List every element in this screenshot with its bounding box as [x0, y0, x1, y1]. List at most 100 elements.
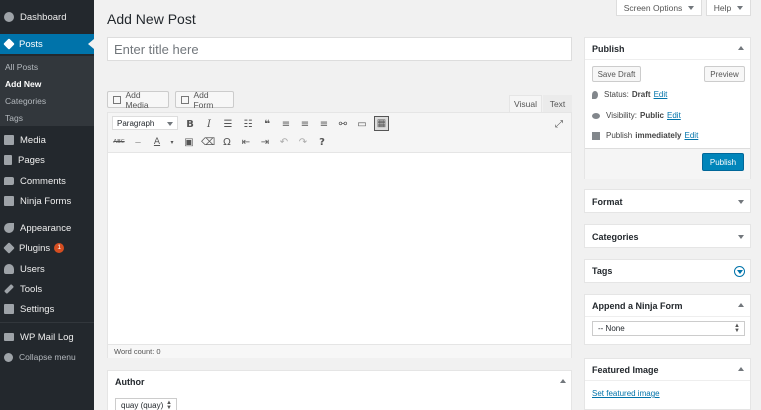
visibility-value: Public	[639, 111, 664, 120]
menu-media[interactable]: Media	[0, 130, 94, 150]
divider	[585, 316, 750, 317]
link-icon[interactable]: ⚯	[336, 117, 350, 131]
chevron-up-icon[interactable]	[560, 379, 566, 383]
undo-icon[interactable]: ↶	[277, 135, 291, 149]
bullet-list-icon[interactable]: ☰	[221, 117, 235, 131]
chevron-down-icon	[737, 5, 744, 10]
submenu-all-posts[interactable]: All Posts	[5, 62, 38, 72]
edit-publish-time-link[interactable]: Edit	[685, 131, 699, 140]
chevron-down-icon[interactable]: ▾	[165, 135, 179, 149]
align-right-icon[interactable]: ≡	[317, 117, 331, 131]
add-form-button[interactable]: Add Form	[175, 90, 234, 110]
menu-label: Users	[20, 263, 45, 275]
menu-pages[interactable]: Pages	[0, 150, 94, 170]
tags-box[interactable]: Tags	[584, 259, 751, 283]
horizontal-line-icon[interactable]: —	[131, 135, 145, 149]
menu-label: Tools	[20, 283, 43, 295]
add-media-button[interactable]: Add Media	[107, 90, 169, 110]
status-value: Draft	[631, 90, 651, 99]
edit-visibility-link[interactable]: Edit	[667, 111, 681, 120]
set-featured-image-link[interactable]: Set featured image	[592, 389, 660, 398]
submenu-categories[interactable]: Categories	[5, 96, 46, 106]
screen-options-button[interactable]: Screen Options	[616, 0, 702, 16]
update-count-badge: 1	[54, 243, 65, 253]
numbered-list-icon[interactable]: ☷	[241, 117, 255, 131]
menu-dashboard[interactable]: Dashboard	[0, 7, 94, 27]
blockquote-icon[interactable]: ❝	[260, 117, 274, 131]
read-more-icon[interactable]: ▭	[355, 117, 369, 131]
menu-label: Appearance	[20, 222, 72, 234]
admin-sidebar: Dashboard Posts All Posts Add New Catego…	[0, 0, 94, 410]
categories-box[interactable]: Categories	[584, 224, 751, 248]
chevron-down-icon[interactable]	[734, 266, 745, 277]
menu-tools[interactable]: Tools	[0, 279, 94, 299]
edit-status-link[interactable]: Edit	[654, 90, 668, 99]
redo-icon[interactable]: ↷	[296, 135, 310, 149]
help-button[interactable]: Help	[706, 0, 751, 16]
divider	[585, 380, 750, 381]
menu-plugins[interactable]: Plugins 1	[0, 238, 94, 258]
outdent-icon[interactable]: ⇤	[239, 135, 253, 149]
italic-icon[interactable]: I	[202, 117, 216, 131]
menu-users[interactable]: Users	[0, 259, 94, 279]
publish-box: Publish Save Draft Preview Status: Draft…	[584, 37, 751, 179]
menu-label: Settings	[20, 303, 55, 315]
chevron-up-icon[interactable]	[738, 367, 744, 371]
clear-formatting-icon[interactable]: ⌫	[201, 135, 215, 149]
ninja-form-box: Append a Ninja Form -- None ▲ ▼	[584, 294, 751, 345]
format-select-value: Paragraph	[117, 118, 155, 128]
chevron-up-icon[interactable]	[738, 303, 744, 307]
submenu-add-new[interactable]: Add New	[5, 79, 41, 89]
collapse-icon	[4, 352, 13, 362]
format-select[interactable]: Paragraph	[112, 116, 178, 130]
align-left-icon[interactable]: ≡	[279, 117, 293, 131]
editor-content-area[interactable]	[108, 154, 571, 334]
menu-appearance[interactable]: Appearance	[0, 218, 94, 238]
categories-box-title: Categories	[592, 232, 639, 242]
word-count: Word count: 0	[114, 347, 161, 356]
author-box-title: Author	[115, 377, 145, 387]
menu-label: Comments	[20, 175, 66, 187]
menu-comments[interactable]: Comments	[0, 171, 94, 191]
chevron-down-icon[interactable]	[738, 235, 744, 239]
menu-label: Plugins	[19, 242, 51, 254]
format-box[interactable]: Format	[584, 189, 751, 213]
publish-box-title: Publish	[592, 44, 625, 54]
strikethrough-icon[interactable]: ABC	[112, 135, 126, 149]
tab-visual[interactable]: Visual	[509, 95, 542, 112]
author-select[interactable]: quay (quay) ▲ ▼	[115, 398, 177, 410]
collapse-menu-button[interactable]: Collapse menu	[0, 347, 94, 367]
chevron-down-icon[interactable]	[738, 200, 744, 204]
post-title-input[interactable]	[107, 37, 572, 61]
menu-separator	[0, 322, 94, 323]
menu-ninja-forms[interactable]: Ninja Forms	[0, 191, 94, 211]
users-icon	[4, 264, 14, 274]
paste-text-icon[interactable]: ▣	[182, 135, 196, 149]
align-center-icon[interactable]: ≡	[298, 117, 312, 131]
fullscreen-icon[interactable]: ⤢	[552, 117, 566, 131]
status-label: Status:	[604, 90, 629, 99]
visibility-row: Visibility: Public Edit	[592, 111, 681, 120]
menu-wp-mail-log[interactable]: WP Mail Log	[0, 327, 94, 347]
publish-time-row: Publish immediately Edit	[592, 131, 698, 140]
ninja-form-select-value: -- None	[598, 324, 625, 333]
submenu-tags[interactable]: Tags	[5, 113, 23, 123]
chevron-up-icon[interactable]	[738, 46, 744, 50]
toolbar-toggle-icon[interactable]: ▦	[374, 116, 389, 131]
save-draft-button[interactable]: Save Draft	[592, 66, 641, 82]
help-icon[interactable]: ?	[315, 135, 329, 149]
menu-posts[interactable]: Posts	[0, 34, 94, 54]
bold-icon[interactable]: B	[183, 117, 197, 131]
pages-icon	[4, 155, 12, 165]
text-color-icon[interactable]: A	[150, 135, 164, 149]
media-icon	[113, 95, 122, 104]
menu-settings[interactable]: Settings	[0, 299, 94, 319]
tab-text[interactable]: Text	[543, 95, 572, 112]
ninja-form-select[interactable]: -- None ▲ ▼	[592, 321, 745, 336]
preview-button[interactable]: Preview	[704, 66, 745, 82]
publish-button[interactable]: Publish	[702, 153, 744, 171]
special-character-icon[interactable]: Ω	[220, 135, 234, 149]
indent-icon[interactable]: ⇥	[258, 135, 272, 149]
menu-label: Pages	[18, 154, 45, 166]
menu-label: Ninja Forms	[20, 195, 72, 207]
